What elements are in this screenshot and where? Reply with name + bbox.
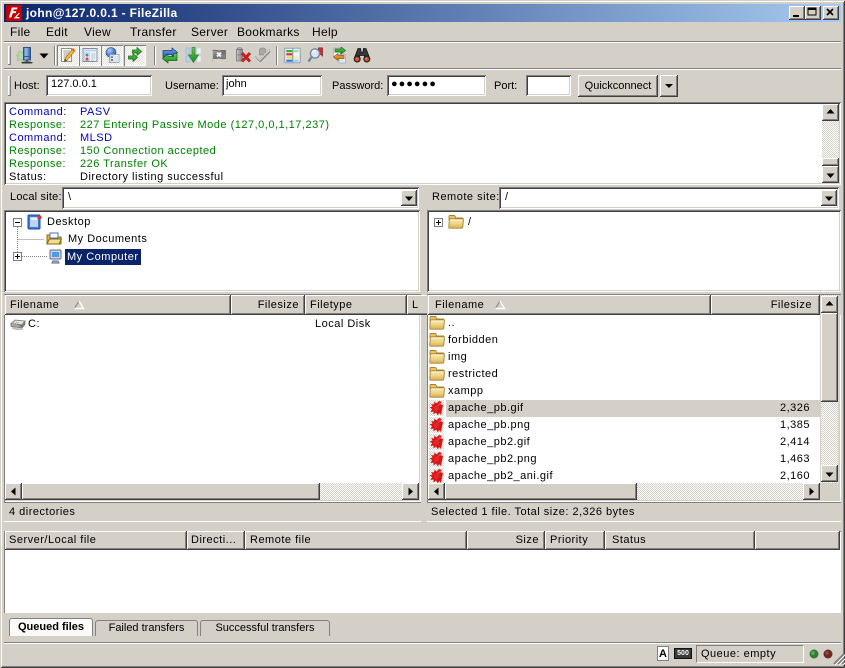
svg-text:A: A <box>659 648 667 660</box>
